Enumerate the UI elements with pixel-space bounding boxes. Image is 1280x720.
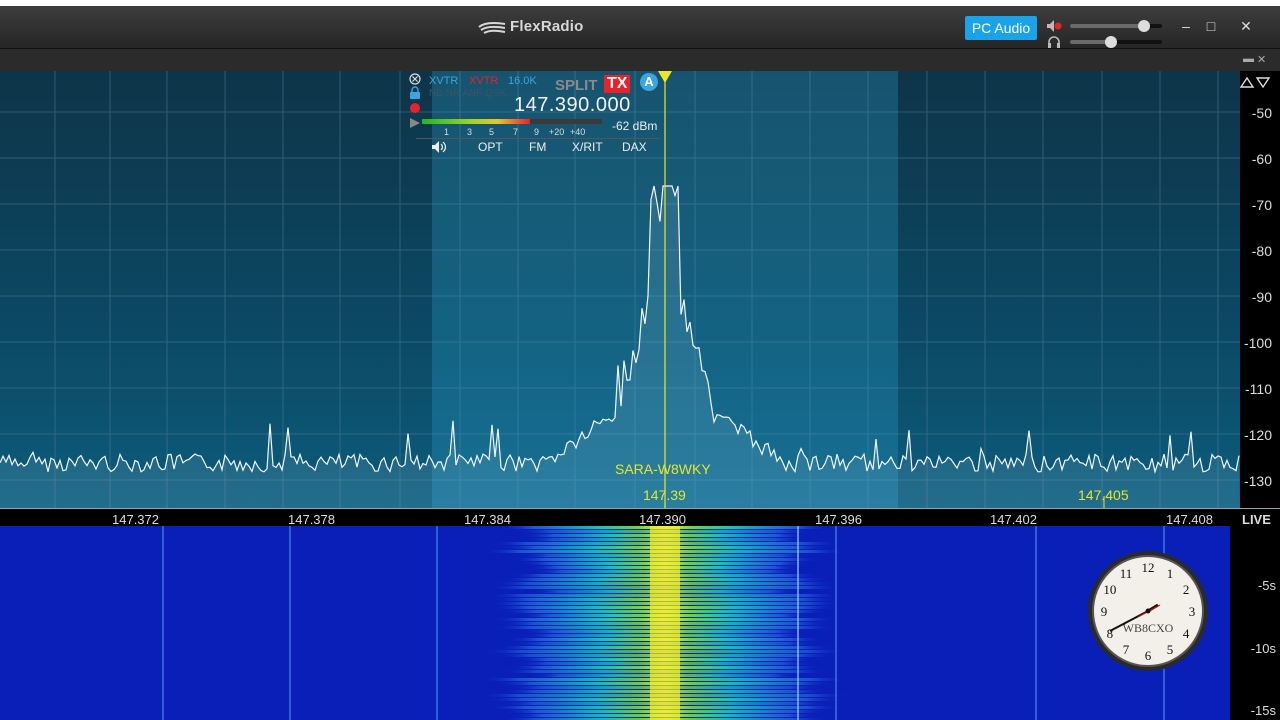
- split-button[interactable]: SPLIT: [555, 77, 598, 94]
- lock-icon[interactable]: [409, 86, 421, 100]
- clock-numeral: 6: [1145, 648, 1152, 663]
- s-scale-tick: 3: [467, 127, 473, 137]
- clock-numeral: 5: [1167, 642, 1174, 657]
- dbm-axis: -50 -60 -70 -80 -90 -100 -110 -120 -130: [1240, 71, 1280, 508]
- s-scale-tick: 5: [489, 127, 495, 137]
- clock-numeral: 3: [1189, 604, 1196, 619]
- s-meter-fill: [422, 119, 530, 124]
- dbm-label: -110: [1245, 381, 1272, 397]
- waterfall-display: [162, 526, 1165, 720]
- clock-watermark: WB8CXO: [1123, 621, 1174, 635]
- frequency-axis[interactable]: 147.372 147.378 147.384 147.390 147.396 …: [0, 508, 1280, 527]
- time-label: -5s: [1257, 578, 1276, 593]
- freq-tick: 147.390: [639, 512, 686, 527]
- app-logo: FlexRadio: [478, 18, 583, 35]
- master-volume-knob[interactable]: [1137, 20, 1150, 32]
- clock-numeral: 1: [1167, 566, 1174, 581]
- s-scale-tick: +20: [549, 127, 565, 137]
- close-panadapter-icon[interactable]: ✕: [1257, 53, 1266, 66]
- dbm-label: -100: [1243, 335, 1272, 351]
- dbm-label: -130: [1243, 473, 1272, 489]
- close-slice-icon[interactable]: [408, 72, 422, 86]
- brand-name: FlexRadio: [510, 18, 584, 35]
- slice-flag[interactable]: XVTR XVTR 16.0K SPLIT TX A NB NR ANF QSK…: [409, 72, 660, 158]
- tab-opt[interactable]: OPT: [478, 140, 503, 154]
- dbm-label: -70: [1251, 197, 1272, 213]
- clock-numeral: 2: [1183, 582, 1190, 597]
- speaker-mute-icon[interactable]: [1046, 19, 1062, 33]
- headphones-icon[interactable]: [1047, 35, 1061, 49]
- slice-letter-badge[interactable]: A: [640, 73, 658, 91]
- freq-tick: 147.402: [990, 512, 1037, 527]
- restore-icon[interactable]: ▬: [1243, 53, 1254, 65]
- minimize-button[interactable]: –: [1176, 16, 1196, 36]
- flexradio-logo-icon: [478, 21, 506, 34]
- tab-xrit[interactable]: X/RIT: [572, 140, 603, 154]
- waterfall-time-axis: -5s -10s -15s: [1230, 526, 1280, 720]
- tab-fm[interactable]: FM: [529, 140, 546, 154]
- record-icon[interactable]: [409, 102, 421, 114]
- dbm-label: -60: [1251, 151, 1272, 167]
- tx-button[interactable]: TX: [604, 75, 631, 93]
- maximize-button[interactable]: □: [1201, 16, 1221, 36]
- clock-numeral: 9: [1101, 604, 1108, 619]
- freq-tick: 147.378: [288, 512, 335, 527]
- dsp-flags[interactable]: NB NR ANF QSK: [429, 88, 506, 99]
- play-icon[interactable]: [409, 117, 421, 129]
- clock-numeral: 7: [1123, 642, 1130, 657]
- live-label[interactable]: LIVE: [1242, 512, 1271, 527]
- xvtr-tx-label[interactable]: XVTR: [469, 75, 498, 87]
- spot-callsign[interactable]: SARA-W8WKY: [615, 461, 711, 477]
- s-scale-tick: +40: [570, 127, 586, 137]
- freq-tick: 147.384: [464, 512, 511, 527]
- dbm-label: -120: [1243, 427, 1272, 443]
- dbm-label: -80: [1251, 243, 1272, 259]
- marker-frequency[interactable]: 147.405: [1078, 487, 1129, 503]
- signal-level: -62 dBm: [612, 119, 658, 133]
- headphone-volume-slider[interactable]: [1070, 36, 1162, 48]
- freq-tick: 147.396: [815, 512, 862, 527]
- clock-numeral: 12: [1142, 560, 1155, 575]
- dbm-label: -50: [1251, 105, 1272, 121]
- s-scale-tick: 9: [534, 127, 540, 137]
- clock-numeral: 8: [1107, 626, 1114, 641]
- slice-frequency[interactable]: 147.390.000: [514, 94, 631, 117]
- s-scale-tick: 7: [513, 127, 519, 137]
- filter-width[interactable]: 16.0K: [508, 75, 537, 87]
- clock-numeral: 4: [1183, 626, 1190, 641]
- pc-audio-button[interactable]: PC Audio: [965, 16, 1037, 40]
- spot-frequency[interactable]: 147.39: [643, 487, 686, 503]
- waterfall[interactable]: [0, 526, 1230, 720]
- s-scale-tick: 1: [444, 127, 450, 137]
- xvtr-label[interactable]: XVTR: [429, 75, 458, 87]
- freq-tick: 147.408: [1166, 512, 1213, 527]
- s-meter-bar: [422, 119, 602, 124]
- clock-numeral: 11: [1120, 566, 1133, 581]
- master-volume-slider[interactable]: [1070, 20, 1162, 32]
- panadapter-header: ▬ ✕: [0, 49, 1280, 71]
- clock-numeral: 10: [1103, 582, 1116, 597]
- master-volume-fill: [1070, 24, 1144, 28]
- close-button[interactable]: ✕: [1236, 16, 1256, 36]
- carrier-trace: [650, 526, 680, 720]
- headphone-volume-knob[interactable]: [1105, 36, 1118, 48]
- title-bar: FlexRadio PC Audio – □ ✕: [0, 6, 1280, 49]
- speaker-icon[interactable]: [431, 140, 451, 154]
- analog-clock: 12 12 3 45678 9 10 11 WB8CXO: [1088, 551, 1208, 671]
- dbm-scale-arrows-icon[interactable]: [1240, 76, 1280, 90]
- freq-tick: 147.372: [112, 512, 159, 527]
- time-label: -10s: [1250, 641, 1276, 656]
- time-label: -15s: [1250, 703, 1276, 718]
- tab-dax[interactable]: DAX: [622, 140, 647, 154]
- dbm-label: -90: [1251, 289, 1272, 305]
